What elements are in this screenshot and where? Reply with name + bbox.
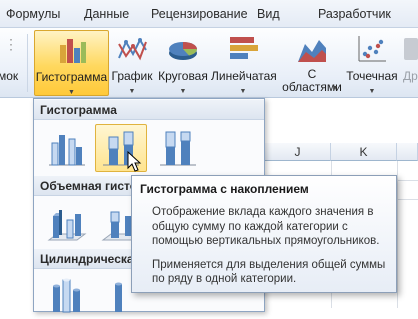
cylinder-column-icon <box>53 278 80 313</box>
column-header-k[interactable]: K <box>331 143 397 161</box>
pie-chart-label: Круговая <box>158 69 208 83</box>
bar-chart-icon <box>230 37 258 59</box>
percent-stacked-column-item[interactable] <box>152 124 204 172</box>
3d-column-icon <box>47 210 87 241</box>
scatter-chart-button[interactable]: Точечная ▼ <box>343 30 401 96</box>
ribbon-separator <box>27 34 28 92</box>
histogram-label: Гистограмма <box>35 70 108 84</box>
chevron-down-icon: ▼ <box>368 88 376 95</box>
column-header-j[interactable]: J <box>265 143 331 161</box>
dotted-frame-icon: ⋮ <box>4 36 18 52</box>
chevron-down-icon: ▼ <box>239 88 247 95</box>
ribbon-cut-left-button[interactable]: ⋮ мок <box>0 30 24 96</box>
cut-right-label: Др <box>403 69 418 83</box>
tab-review[interactable]: Рецензирование <box>151 7 248 21</box>
cut-left-label: мок <box>0 69 19 83</box>
pie-chart-button[interactable]: Круговая ▼ <box>155 30 211 96</box>
area-chart-icon <box>298 40 326 62</box>
area-chart-button[interactable]: С областями ▼ <box>281 30 343 96</box>
ribbon-tab-bar: Формулы Данные Рецензирование Вид Разраб… <box>0 0 418 28</box>
other-charts-icon <box>404 38 418 60</box>
3d-clustered-column-item[interactable] <box>41 199 93 247</box>
ribbon-charts-group: ⋮ мок Гистограмма ▼ График ▼ Круговая ▼ … <box>0 28 418 98</box>
clustered-column-icon <box>49 135 85 166</box>
grid-line <box>397 161 398 308</box>
ribbon-cut-right-button[interactable]: Др <box>402 30 418 96</box>
chevron-down-icon: ▼ <box>128 88 136 95</box>
mouse-pointer-icon <box>127 151 142 172</box>
tab-formulas[interactable]: Формулы <box>6 7 60 21</box>
bar-chart-label: Линейчатая <box>211 69 277 83</box>
column-chart-icon <box>59 39 86 63</box>
histogram-button[interactable]: Гистограмма ▼ <box>34 30 109 96</box>
tooltip-note: Применяется для выделения общей суммы по… <box>152 258 386 286</box>
tooltip-title: Гистограмма с накоплением <box>140 182 309 196</box>
chevron-down-icon: ▼ <box>331 85 339 92</box>
pie-chart-icon <box>169 42 198 60</box>
chevron-down-icon: ▼ <box>179 88 187 95</box>
tooltip-description: Отображение вклада каждого значения в об… <box>152 206 380 247</box>
tab-developer[interactable]: Разработчик <box>318 7 391 21</box>
percent-stacked-column-icon <box>160 131 196 166</box>
column-header-next[interactable] <box>397 143 418 161</box>
scatter-chart-icon <box>358 36 386 62</box>
chart-type-tooltip: Гистограмма с накоплением Отображение вк… <box>131 175 397 293</box>
bar-chart-button[interactable]: Линейчатая ▼ <box>211 30 277 96</box>
line-chart-button[interactable]: График ▼ <box>109 30 155 96</box>
tab-data[interactable]: Данные <box>84 7 129 21</box>
line-chart-icon <box>118 37 147 61</box>
cylinder-column-item[interactable] <box>41 271 93 319</box>
clustered-column-item[interactable] <box>41 124 93 172</box>
gallery-section-column: Гистограмма <box>34 100 264 120</box>
line-chart-label: График <box>111 69 153 83</box>
scatter-chart-label: Точечная <box>346 69 398 83</box>
tab-view[interactable]: Вид <box>257 7 280 21</box>
